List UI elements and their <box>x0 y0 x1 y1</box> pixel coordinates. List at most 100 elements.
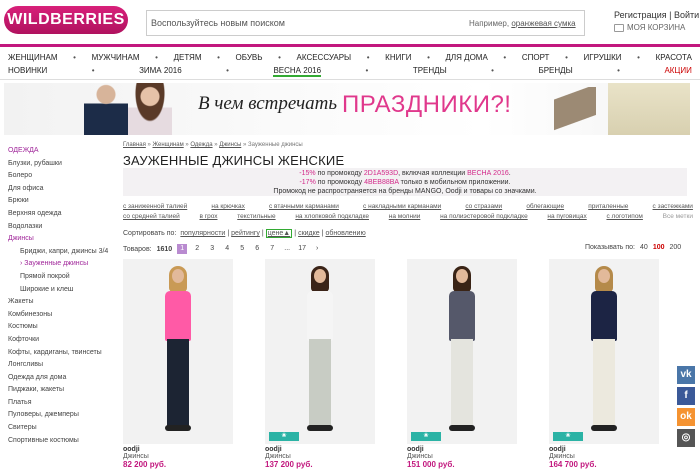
search-input[interactable]: Воспользуйтесь новым поиском Например, о… <box>146 10 585 36</box>
sidebar-item[interactable]: Платья <box>8 397 118 410</box>
page-link[interactable]: 3 <box>207 244 217 254</box>
nav-item-9[interactable]: КРАСОТА <box>656 53 692 62</box>
filter-tag[interactable]: с застежками <box>653 202 693 212</box>
nav-item-3[interactable]: ОБУВЬ <box>236 53 263 62</box>
vk-share-icon[interactable]: vk <box>677 366 695 384</box>
nav-item-1[interactable]: МУЖЧИНАМ <box>92 53 140 62</box>
nav-item-4[interactable]: БРЕНДЫ <box>538 66 572 77</box>
nav-item-4[interactable]: АКСЕССУАРЫ <box>297 53 352 62</box>
filter-tag[interactable]: на хлопковой подкладке <box>295 212 369 222</box>
nav-item-5[interactable]: АКЦИИ <box>664 66 691 77</box>
product-brand[interactable]: oodji <box>123 446 166 453</box>
sidebar-item[interactable]: Кофты, кардиганы, твинсеты <box>8 347 118 360</box>
sidebar-item[interactable]: Одежда для дома <box>8 372 118 385</box>
sidebar-item[interactable]: Пуловеры, джемперы <box>8 409 118 422</box>
sidebar-item[interactable]: Кофточки <box>8 334 118 347</box>
sidebar-item[interactable]: Болеро <box>8 170 118 183</box>
filter-tag[interactable]: текстильные <box>237 212 275 222</box>
page-link[interactable]: 17 <box>297 244 307 254</box>
nav-item-2[interactable]: ДЕТЯМ <box>174 53 202 62</box>
nav-separator: • <box>91 66 95 75</box>
sidebar-item[interactable]: Пиджаки, жакеты <box>8 384 118 397</box>
sidebar-item[interactable]: Широкие и клеш <box>8 284 118 297</box>
page-link[interactable]: 4 <box>222 244 232 254</box>
filter-tag[interactable]: на крючках <box>211 202 244 212</box>
sidebar-item[interactable]: Джинсы <box>8 233 118 246</box>
auth-links[interactable]: Регистрация | Войти <box>614 10 699 20</box>
nav-item-7[interactable]: СПОРТ <box>522 53 550 62</box>
model-top <box>591 291 617 341</box>
sidebar-item[interactable]: Блузки, рубашки <box>8 158 118 171</box>
page-link[interactable]: 7 <box>267 244 277 254</box>
filter-tag[interactable]: с накладными карманами <box>363 202 441 212</box>
sort-option[interactable]: рейтингу <box>231 230 260 237</box>
breadcrumb-item[interactable]: Главная <box>123 142 146 148</box>
sidebar-item[interactable]: Брюки <box>8 195 118 208</box>
product-card[interactable] <box>123 259 233 444</box>
nav-item-5[interactable]: КНИГИ <box>385 53 411 62</box>
page-size-option[interactable]: 200 <box>670 244 682 251</box>
sidebar-item[interactable]: Спортивные костюмы <box>8 435 118 448</box>
model-top <box>449 291 475 341</box>
filter-tag[interactable]: облегающие <box>526 202 564 212</box>
cart-link[interactable]: МОЯ КОРЗИНА <box>614 23 685 32</box>
sort-option[interactable]: популярности <box>180 230 225 237</box>
nav-item-2[interactable]: ВЕСНА 2016 <box>273 66 322 77</box>
odnoklassniki-share-icon[interactable]: ok <box>677 408 695 426</box>
nav-item-0[interactable]: НОВИНКИ <box>8 66 47 77</box>
nav-item-6[interactable]: ДЛЯ ДОМА <box>445 53 487 62</box>
sidebar-item[interactable]: Жакеты <box>8 296 118 309</box>
filter-tag[interactable]: с логотипом <box>606 212 642 222</box>
product-card[interactable]: ❀ <box>407 259 517 444</box>
product-brand[interactable]: oodji <box>549 446 597 453</box>
filter-tag[interactable]: с заниженной талией <box>123 202 187 212</box>
sidebar-item[interactable]: Для офиса <box>8 183 118 196</box>
sidebar-item[interactable]: Костюмы <box>8 321 118 334</box>
sidebar-item[interactable]: Водолазки <box>8 221 118 234</box>
page-size-option[interactable]: 100 <box>653 244 665 251</box>
sidebar-item[interactable]: Прямой покрой <box>8 271 118 284</box>
search-hint-link[interactable]: оранжевая сумка <box>511 19 575 28</box>
page-link[interactable]: 1 <box>177 244 188 254</box>
filter-tag[interactable]: на полиэстеровой подкладке <box>440 212 528 222</box>
sort-option[interactable]: скидке <box>298 230 320 237</box>
facebook-share-icon[interactable]: f <box>677 387 695 405</box>
filter-tag[interactable]: со стразами <box>465 202 502 212</box>
filter-tag[interactable]: приталенные <box>588 202 628 212</box>
product-brand[interactable]: oodji <box>407 446 455 453</box>
breadcrumb-item[interactable]: Джинсы <box>219 142 241 148</box>
sort-option[interactable]: цене▲ <box>265 229 293 238</box>
filter-tag[interactable]: Все метки <box>663 212 693 222</box>
page-link[interactable]: 2 <box>192 244 202 254</box>
nav-item-1[interactable]: ЗИМА 2016 <box>139 66 182 77</box>
filter-tag[interactable]: на пуговицах <box>547 212 586 222</box>
product-card[interactable]: ❀ <box>549 259 659 444</box>
next-page-button[interactable]: › <box>312 244 322 254</box>
sidebar-item[interactable]: › Зауженные джинсы <box>8 258 118 271</box>
page-link[interactable]: 5 <box>237 244 247 254</box>
sidebar-item[interactable]: Верхняя одежда <box>8 208 118 221</box>
filter-tag[interactable]: со средней талией <box>123 212 180 222</box>
filter-tag[interactable]: с втачными карманами <box>269 202 339 212</box>
sidebar-item[interactable]: Свитеры <box>8 422 118 435</box>
nav-item-0[interactable]: ЖЕНЩИНАМ <box>8 53 58 62</box>
sidebar-category-title[interactable]: ОДЕЖДА <box>8 145 118 158</box>
wildberries-logo[interactable]: WILDBERRIES <box>4 6 128 34</box>
sidebar-item[interactable]: Лонгсливы <box>8 359 118 372</box>
breadcrumb-item[interactable]: Женщинам <box>153 142 184 148</box>
promo-banner[interactable]: В чем встречать ПРАЗДНИКИ?! <box>4 83 690 135</box>
sidebar-item[interactable]: Комбинезоны <box>8 309 118 322</box>
sidebar-item[interactable]: Бриджи, капри, джинсы 3/4 <box>8 246 118 259</box>
product-brand[interactable]: oodji <box>265 446 313 453</box>
page-link[interactable]: 6 <box>252 244 262 254</box>
filter-tag[interactable]: в грох <box>199 212 217 222</box>
model-jeans <box>593 339 615 427</box>
sort-option[interactable]: обновлению <box>325 230 365 237</box>
page-size-option[interactable]: 40 <box>640 244 648 251</box>
breadcrumb-item[interactable]: Одежда <box>190 142 212 148</box>
nav-item-8[interactable]: ИГРУШКИ <box>583 53 621 62</box>
instagram-share-icon[interactable]: ◎ <box>677 429 695 447</box>
nav-item-3[interactable]: ТРЕНДЫ <box>413 66 447 77</box>
filter-tag[interactable]: на молнии <box>389 212 421 222</box>
product-card[interactable]: ❀ <box>265 259 375 444</box>
